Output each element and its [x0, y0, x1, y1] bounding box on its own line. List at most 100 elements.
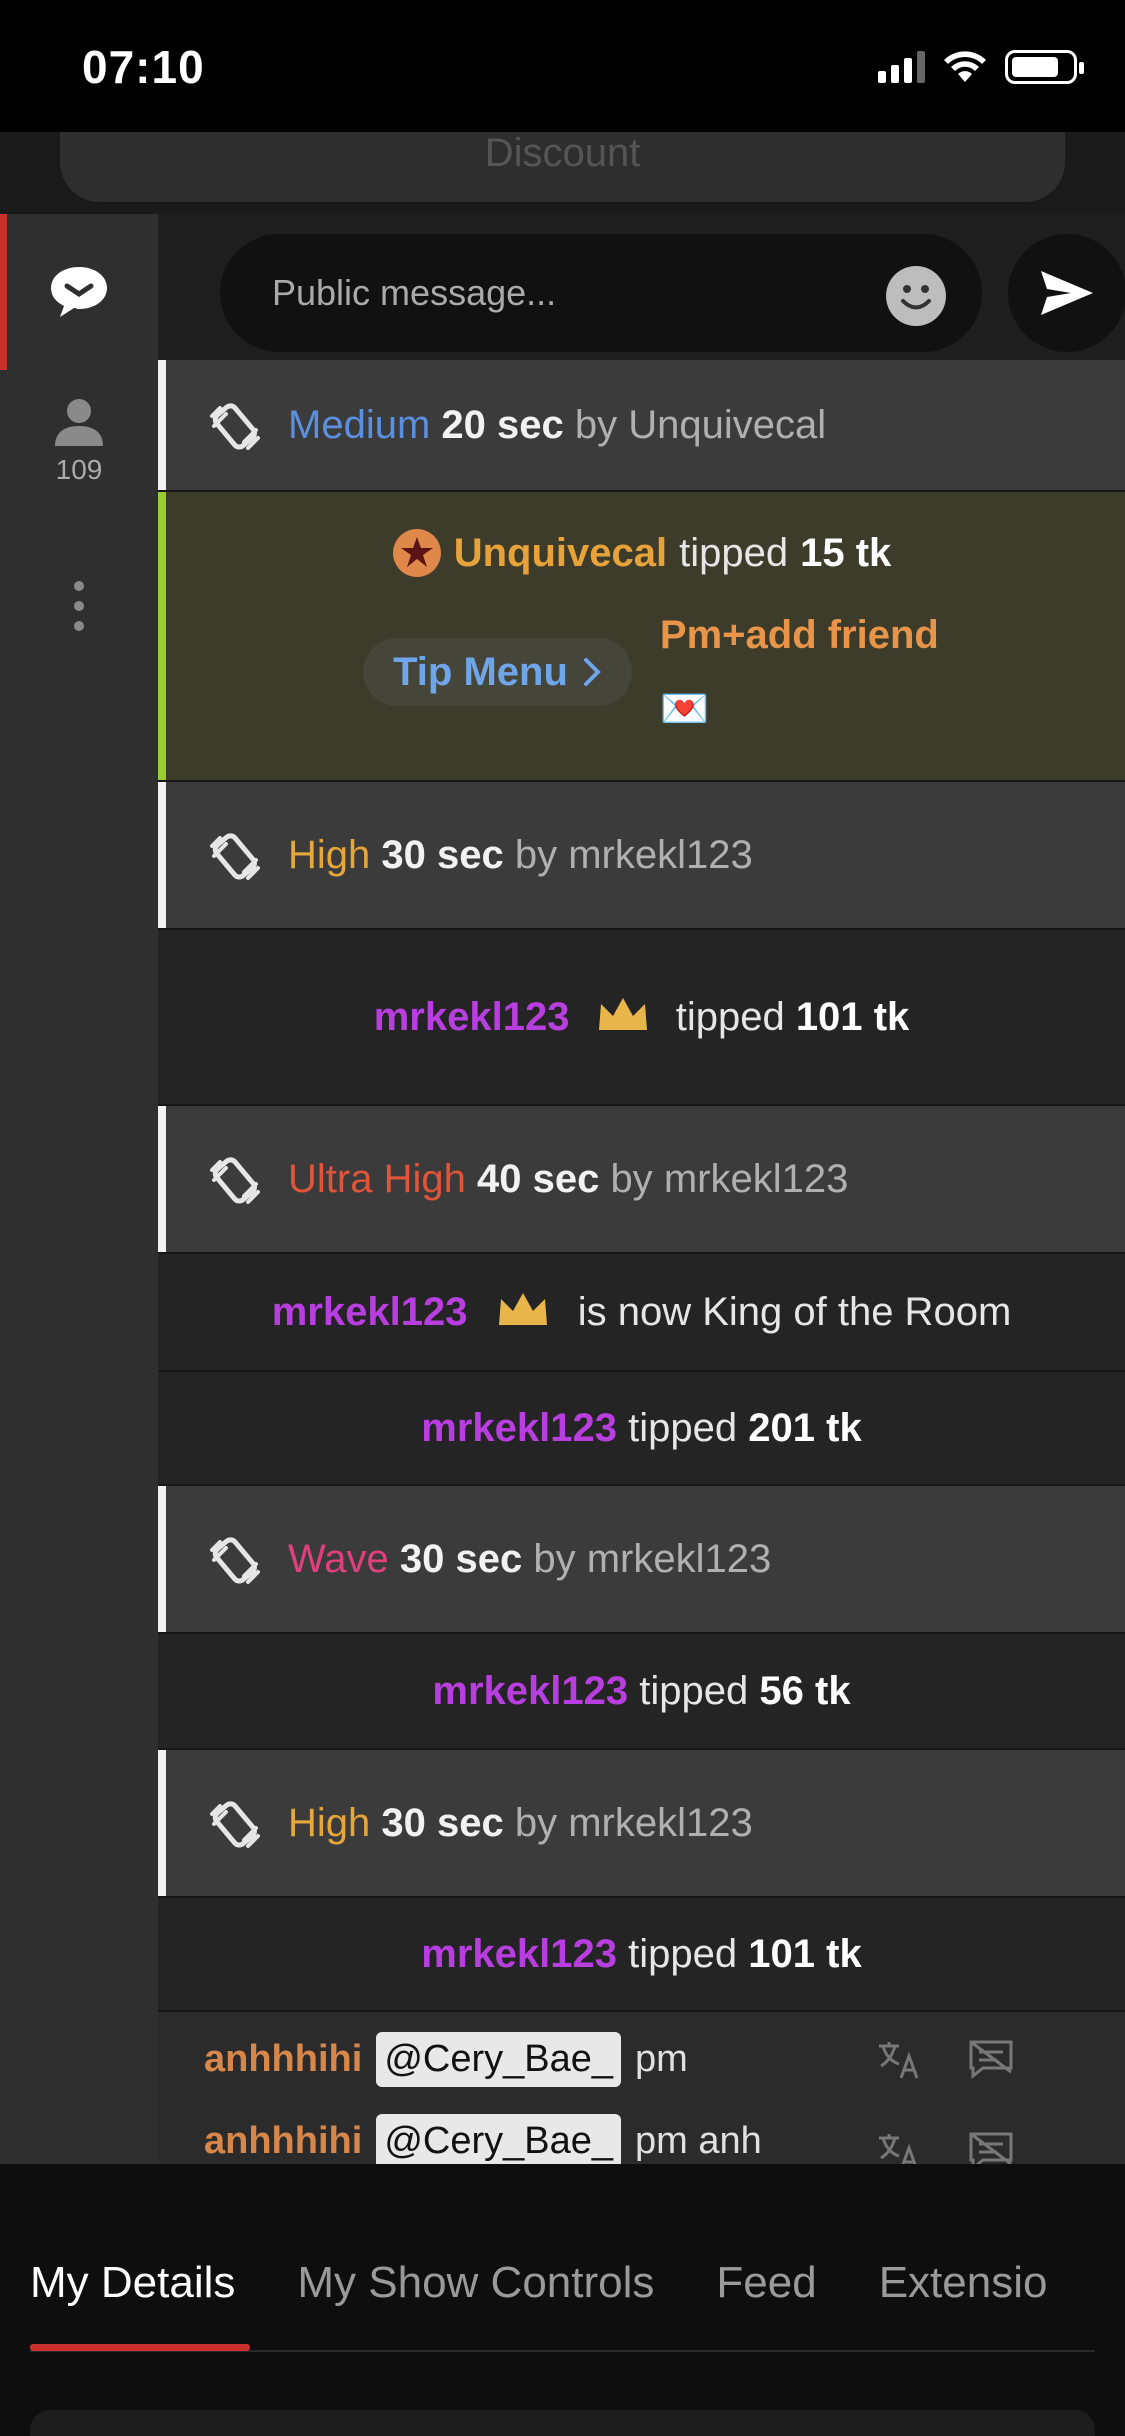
message-text: pm [635, 2037, 688, 2080]
tab-extensions[interactable]: Extensio [879, 2258, 1048, 2308]
vibe-duration: 30 sec [381, 832, 504, 877]
star-badge-icon [392, 529, 441, 577]
tip-event-row: mrkekl123 tipped 201 tk [158, 1372, 1125, 1486]
rail-more-button[interactable] [0, 580, 158, 632]
tip-menu-message: Pm+add friend 💌 [660, 598, 960, 746]
featured-tip-verb: tipped [679, 531, 789, 575]
tab-my-details[interactable]: My Details [30, 2258, 235, 2308]
vibe-user[interactable]: mrkekl123 [587, 1537, 772, 1581]
vibe-by: by [514, 1800, 558, 1845]
discount-label: Discount [484, 132, 641, 175]
message-mention[interactable]: @Cery_Bae_ [376, 2114, 621, 2169]
king-event-row: mrkekl123 is now King of the Room [158, 1254, 1125, 1372]
chat-messages[interactable]: Medium 20 sec by Unquivecal Unquivecal t… [158, 360, 1125, 2180]
vibe-duration: 30 sec [399, 1536, 523, 1581]
vibe-event-row: High 30 sec by mrkekl123 [158, 1750, 1125, 1898]
featured-tip-amount: 15 tk [800, 531, 892, 575]
user-icon [55, 399, 103, 446]
vibration-icon [210, 403, 260, 450]
tip-event-text: mrkekl123 tipped 201 tk [421, 1401, 861, 1455]
vibe-user[interactable]: mrkekl123 [568, 1801, 753, 1845]
wifi-icon [944, 51, 986, 82]
tip-amount-unit: tk [873, 995, 910, 1039]
featured-tip-user[interactable]: Unquivecal [454, 526, 667, 580]
vibe-by: by [514, 832, 558, 877]
translate-icon[interactable] [877, 2038, 921, 2080]
crown-icon [498, 1293, 547, 1325]
chat-bubble-icon [51, 267, 107, 317]
more-vertical-icon [74, 581, 84, 631]
status-bar: 07:10 [0, 0, 1125, 132]
vibe-event-text: High 30 sec by mrkekl123 [288, 833, 753, 878]
vibe-event-text: Ultra High 40 sec by mrkekl123 [288, 1157, 848, 1202]
vibe-level: High [288, 832, 371, 877]
message-user[interactable]: anhhhihi [204, 2120, 362, 2163]
vibe-user[interactable]: Unquivecal [628, 403, 826, 447]
tip-user[interactable]: mrkekl123 [374, 995, 570, 1039]
rail-users-tab[interactable]: 109 [0, 396, 158, 486]
vibe-level: Wave [288, 1536, 389, 1581]
active-tab-indicator [30, 2344, 250, 2351]
public-message-input[interactable] [220, 234, 982, 352]
vibe-duration: 30 sec [381, 1800, 504, 1845]
tip-user[interactable]: mrkekl123 [421, 1406, 617, 1450]
tip-amount: 56 tk [759, 1669, 851, 1713]
tab-feed[interactable]: Feed [716, 2258, 816, 2308]
status-icons [878, 50, 1084, 84]
tip-verb: tipped [675, 995, 785, 1039]
tab-bar: My Details My Show Controls Feed Extensi… [30, 2258, 1047, 2308]
tab-my-show-controls[interactable]: My Show Controls [297, 2258, 654, 2308]
king-user[interactable]: mrkekl123 [272, 1290, 468, 1334]
tip-menu-button[interactable]: Tip Menu [363, 638, 632, 706]
message-text: pm anh [635, 2120, 762, 2162]
vibe-user[interactable]: mrkekl123 [664, 1157, 849, 1201]
left-rail: 109 [0, 214, 158, 2164]
send-button[interactable] [1008, 234, 1125, 352]
details-card [30, 2410, 1095, 2436]
vibe-event-text: Wave 30 sec by mrkekl123 [288, 1537, 771, 1582]
vibe-user[interactable]: mrkekl123 [568, 833, 753, 877]
tip-event-row: mrkekl123 tipped 101 tk [158, 1898, 1125, 2012]
tip-user[interactable]: mrkekl123 [432, 1669, 628, 1713]
tip-event-row: mrkekl123 tipped 101 tk [158, 930, 1125, 1106]
tip-amount: 201 tk [748, 1406, 862, 1450]
tip-event-text: mrkekl123 tipped 101 tk [362, 990, 922, 1044]
message-composer [190, 224, 1125, 352]
tip-menu-message-text: Pm+add friend [659, 613, 939, 657]
vibe-event-text: High 30 sec by mrkekl123 [288, 1801, 753, 1846]
tip-verb: tipped [628, 1406, 738, 1450]
chat-panel: Medium 20 sec by Unquivecal Unquivecal t… [158, 214, 1125, 2180]
chevron-right-icon [583, 658, 601, 686]
vibration-icon [210, 1801, 260, 1848]
emoji-button[interactable] [886, 266, 946, 326]
vibe-level: High [288, 1800, 371, 1845]
clock: 07:10 [82, 41, 205, 93]
tip-menu-label: Tip Menu [393, 649, 568, 694]
king-event-text: mrkekl123 is now King of the Room [272, 1285, 1012, 1339]
chat-message: anhhhihi @Cery_Bae_ pm [204, 2031, 688, 2087]
bottom-panel: My Details My Show Controls Feed Extensi… [0, 2164, 1125, 2436]
message-actions [877, 2038, 1015, 2080]
vibe-event-row: Medium 20 sec by Unquivecal [158, 360, 1125, 492]
crown-icon [598, 998, 647, 1030]
chat-message-row: anhhhihi @Cery_Bae_ pm [158, 2012, 1125, 2106]
smiley-icon [901, 285, 931, 310]
private-message-icon[interactable] [967, 2038, 1015, 2080]
send-icon [1041, 271, 1093, 315]
rail-chat-tab[interactable] [0, 264, 158, 320]
vibe-duration: 40 sec [476, 1156, 600, 1201]
tip-amount: 101 [795, 995, 863, 1039]
tip-user[interactable]: mrkekl123 [421, 1932, 617, 1976]
vibration-icon [210, 1157, 260, 1204]
vibe-event-row: Ultra High 40 sec by mrkekl123 [158, 1106, 1125, 1254]
tip-event-text: mrkekl123 tipped 101 tk [421, 1927, 861, 1981]
vibration-icon [210, 833, 260, 880]
tip-event-text: mrkekl123 tipped 56 tk [432, 1664, 850, 1718]
featured-tip-row: Unquivecal tipped 15 tk Tip Menu Pm+add … [158, 492, 1125, 782]
discount-area: Discount [0, 132, 1125, 214]
message-mention[interactable]: @Cery_Bae_ [376, 2031, 621, 2087]
message-user[interactable]: anhhhihi [204, 2038, 362, 2081]
vibe-level: Ultra High [288, 1156, 466, 1201]
users-count: 109 [55, 454, 103, 485]
discount-button[interactable]: Discount [60, 132, 1065, 202]
